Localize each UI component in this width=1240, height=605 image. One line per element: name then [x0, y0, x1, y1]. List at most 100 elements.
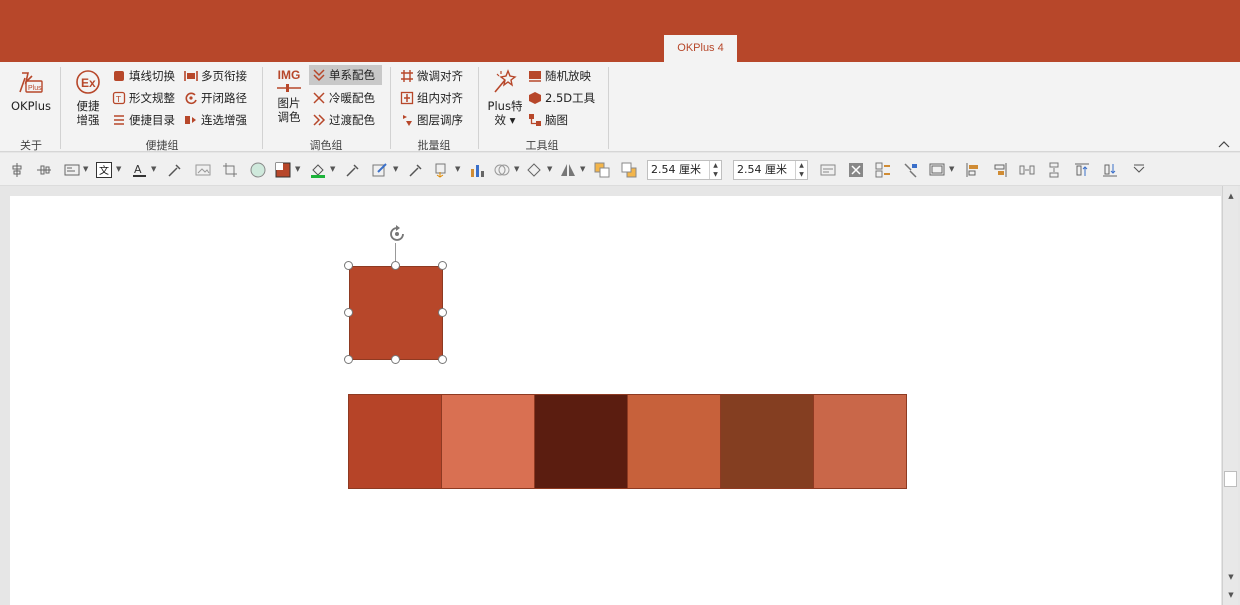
- random-show-button[interactable]: 随机放映: [528, 66, 591, 86]
- chevron-up-icon[interactable]: [1218, 138, 1230, 151]
- warm-cool-palette-button[interactable]: 冷暖配色: [312, 88, 375, 108]
- outline-pen-icon[interactable]: [372, 162, 388, 178]
- resize-handle-top-right[interactable]: [438, 261, 447, 270]
- dropdown-arrow-icon[interactable]: ▼: [580, 165, 585, 173]
- font-color-icon[interactable]: A: [132, 162, 148, 178]
- dropdown-arrow-icon[interactable]: ▼: [116, 165, 121, 173]
- layer-order-button[interactable]: 图层调序: [400, 110, 463, 130]
- align-middle-icon[interactable]: [36, 162, 52, 178]
- shape-effects-icon[interactable]: [434, 162, 450, 178]
- format-pane-icon[interactable]: [820, 162, 836, 178]
- shape-fill-icon[interactable]: [250, 162, 266, 178]
- scroll-up-icon[interactable]: ▲: [1225, 190, 1237, 202]
- toolbar-overflow-icon[interactable]: [1131, 162, 1147, 178]
- palette-swatch-3[interactable]: [535, 395, 628, 488]
- rotate-icon[interactable]: [386, 223, 408, 245]
- color-swatch-icon[interactable]: [275, 162, 291, 178]
- quick-enhance-label-1: 便捷: [76, 99, 100, 113]
- monochrome-palette-button[interactable]: 单系配色: [309, 65, 382, 85]
- selection-pane-icon[interactable]: [875, 162, 891, 178]
- shape-text-icon: T: [112, 91, 126, 105]
- resize-handle-top-left[interactable]: [344, 261, 353, 270]
- open-close-path-button[interactable]: 开闭路径: [184, 88, 247, 108]
- vertical-scrollbar[interactable]: ▲ ▼ ▼: [1222, 186, 1238, 605]
- palette-swatch-1[interactable]: [349, 395, 442, 488]
- monochrome-palette-label: 单系配色: [329, 68, 375, 82]
- plus-effects-label-1: Plus特: [487, 99, 523, 113]
- dropdown-arrow-icon[interactable]: ▼: [151, 165, 156, 173]
- palette-swatch-6[interactable]: [814, 395, 906, 488]
- distribute-horizontal-icon[interactable]: [1019, 162, 1035, 178]
- dropdown-arrow-icon[interactable]: ▼: [514, 165, 519, 173]
- tool-25d-button[interactable]: 2.5D工具: [528, 88, 595, 108]
- mind-map-button[interactable]: 脑图: [528, 110, 568, 130]
- text-box-icon[interactable]: [64, 162, 80, 178]
- dropdown-arrow-icon[interactable]: ▼: [83, 165, 88, 173]
- multi-page-label: 多页衔接: [201, 69, 247, 83]
- fill-bucket-icon[interactable]: [310, 162, 326, 178]
- eyedropper-icon[interactable]: [167, 162, 183, 178]
- dropdown-arrow-icon[interactable]: ▼: [393, 165, 398, 173]
- chart-icon[interactable]: [469, 162, 485, 178]
- send-backward-icon[interactable]: [621, 162, 637, 178]
- height-stepper[interactable]: ▲ ▼: [709, 161, 721, 179]
- fill-line-toggle-button[interactable]: 填线切换: [112, 66, 175, 86]
- scroll-end-icon[interactable]: ▼: [1225, 589, 1237, 601]
- app-window: OKPlus 4 Plus OKPlus 关于 Ex 便捷 增强 填线切换 T …: [0, 0, 1240, 605]
- rotate-shape-icon[interactable]: [526, 162, 542, 178]
- align-left-icon[interactable]: [965, 162, 981, 178]
- merge-shapes-icon[interactable]: [494, 162, 510, 178]
- frame-icon[interactable]: [929, 162, 945, 178]
- quick-toc-button[interactable]: 便捷目录: [112, 110, 175, 130]
- height-field[interactable]: 2.54 厘米 ▲ ▼: [647, 160, 722, 180]
- resize-handle-bottom-right[interactable]: [438, 355, 447, 364]
- dropdown-arrow-icon[interactable]: ▼: [455, 165, 460, 173]
- dropdown-arrow-icon[interactable]: ▼: [949, 165, 954, 173]
- align-top-icon[interactable]: [1074, 162, 1090, 178]
- dropdown-arrow-icon[interactable]: ▼: [295, 165, 300, 173]
- width-stepper[interactable]: ▲ ▼: [795, 161, 807, 179]
- resize-handle-bottom-left[interactable]: [344, 355, 353, 364]
- palette-swatch-4[interactable]: [628, 395, 721, 488]
- palette-swatch-2[interactable]: [442, 395, 535, 488]
- group-divider: [262, 67, 263, 149]
- svg-text:文: 文: [99, 164, 109, 177]
- multi-page-link-button[interactable]: 多页衔接: [184, 66, 247, 86]
- crop-icon[interactable]: [222, 162, 238, 178]
- scroll-down-icon[interactable]: ▼: [1225, 571, 1237, 583]
- width-field[interactable]: 2.54 厘米 ▲ ▼: [733, 160, 808, 180]
- shape-text-normalize-button[interactable]: T 形文规整: [112, 88, 175, 108]
- okplus-button[interactable]: Plus OKPlus: [10, 70, 52, 113]
- gradient-palette-button[interactable]: 过渡配色: [312, 110, 375, 130]
- align-center-icon[interactable]: [9, 162, 25, 178]
- bring-forward-icon[interactable]: [594, 162, 610, 178]
- scroll-thumb[interactable]: [1224, 471, 1237, 487]
- flip-icon[interactable]: [560, 162, 576, 178]
- distribute-vertical-icon[interactable]: [1046, 162, 1062, 178]
- image-color-button[interactable]: IMG 图片 调色: [270, 68, 308, 124]
- align-right-icon[interactable]: [992, 162, 1008, 178]
- quick-enhance-button[interactable]: Ex 便捷 增强: [70, 68, 106, 127]
- palette-swatch-5[interactable]: [721, 395, 814, 488]
- format-painter-icon[interactable]: [903, 162, 919, 178]
- resize-handle-left[interactable]: [344, 308, 353, 317]
- tab-okplus4[interactable]: OKPlus 4: [664, 35, 737, 62]
- eyedropper-icon[interactable]: [345, 162, 361, 178]
- eyedropper-icon[interactable]: [408, 162, 424, 178]
- in-group-align-button[interactable]: 组内对齐: [400, 88, 463, 108]
- resize-handle-bottom[interactable]: [391, 355, 400, 364]
- resize-handle-top[interactable]: [391, 261, 400, 270]
- fine-align-button[interactable]: 微调对齐: [400, 66, 463, 86]
- resize-handle-right[interactable]: [438, 308, 447, 317]
- multi-select-enhance-button[interactable]: 连选增强: [184, 110, 247, 130]
- delete-icon[interactable]: [848, 162, 864, 178]
- dropdown-arrow-icon[interactable]: ▼: [330, 165, 335, 173]
- image-color-label-1: 图片: [277, 96, 301, 110]
- picture-icon[interactable]: [195, 162, 211, 178]
- slideshow-icon: [528, 69, 542, 83]
- plus-effects-button[interactable]: Plus特 效 ▾: [484, 68, 526, 127]
- dropdown-arrow-icon[interactable]: ▼: [547, 165, 552, 173]
- selected-square-shape[interactable]: [349, 266, 443, 360]
- align-bottom-icon[interactable]: [1102, 162, 1118, 178]
- text-direction-icon[interactable]: 文: [96, 162, 112, 178]
